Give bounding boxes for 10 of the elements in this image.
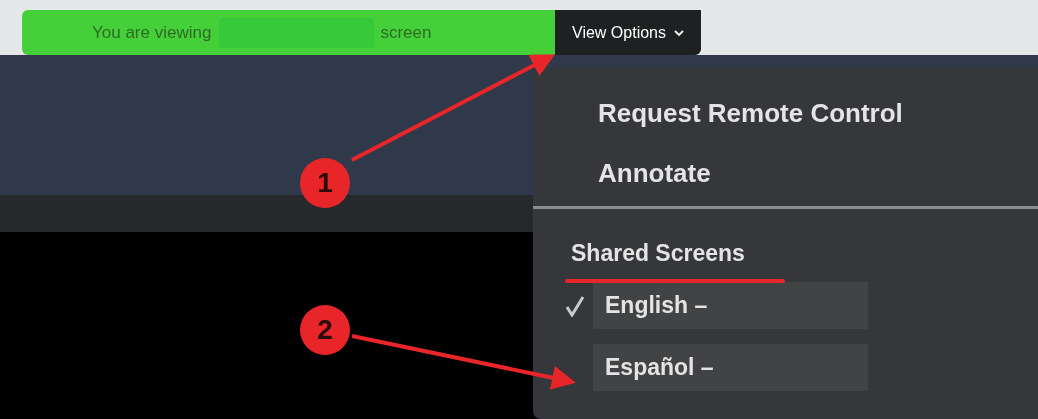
banner-text: You are viewing xyxy=(92,21,212,44)
caret-icon xyxy=(674,28,684,37)
menu-item[interactable]: Request Remote Control xyxy=(598,96,903,130)
screen-option[interactable]: English – xyxy=(593,282,868,329)
view-options-button[interactable]: View Options xyxy=(555,10,701,55)
screen-option[interactable]: Español – xyxy=(593,344,868,391)
checkmark-icon xyxy=(565,294,585,317)
banner-text: screen xyxy=(380,21,432,44)
section-title: Shared Screens xyxy=(571,239,745,267)
menu-item[interactable]: Annotate xyxy=(598,156,711,190)
